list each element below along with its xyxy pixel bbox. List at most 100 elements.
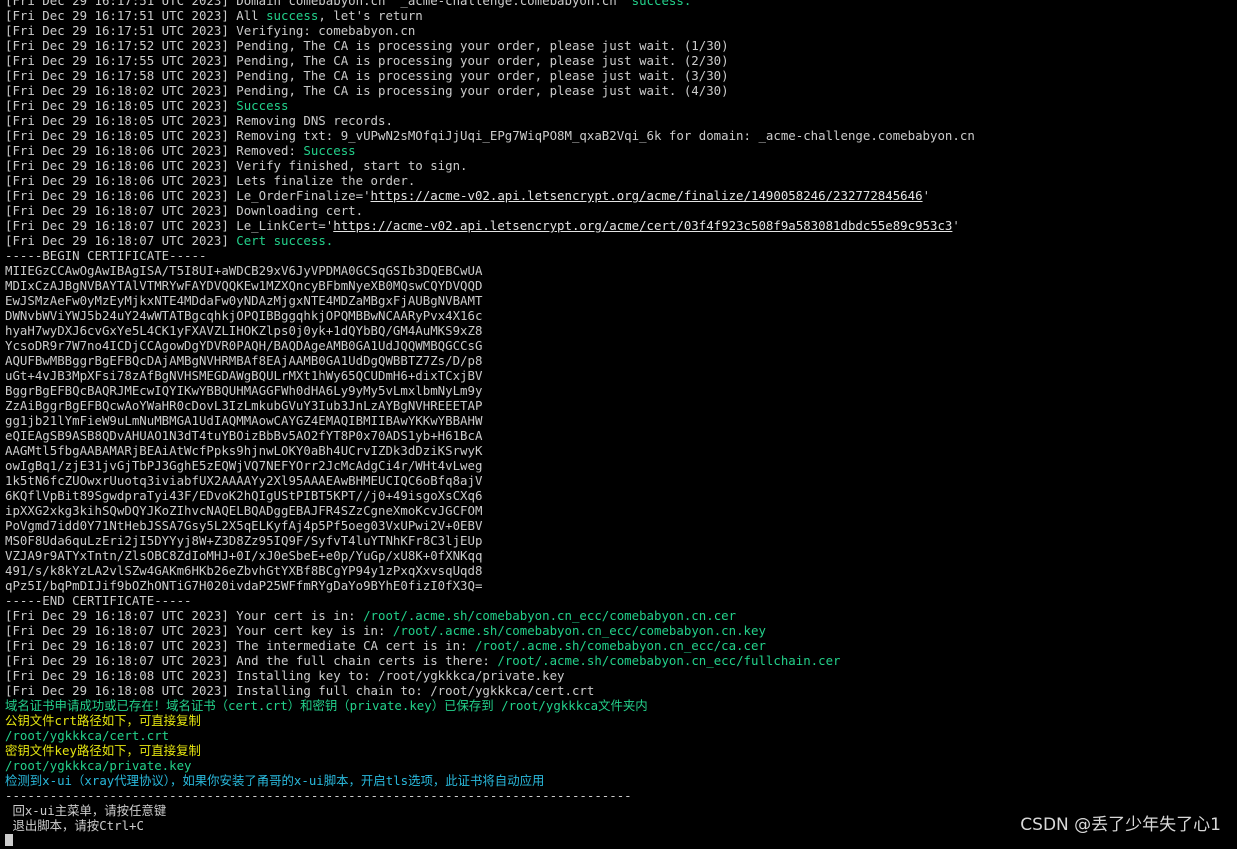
terminal-line: AAGMtl5fbgAABAMARjBEAiAtWcfPpks9hjnwLOKY… (5, 443, 1237, 458)
terminal-text: [Fri Dec 29 16:18:06 UTC 2023] Lets fina… (5, 173, 416, 188)
terminal-text: 公钥文件crt路径如下，可直接复制 (5, 713, 201, 728)
terminal-line: [Fri Dec 29 16:18:06 UTC 2023] Verify fi… (5, 158, 1237, 173)
terminal-line: [Fri Dec 29 16:18:07 UTC 2023] The inter… (5, 638, 1237, 653)
terminal-line: hyaH7wyDXJ6cvGxYe5L4CK1yFXAVZLIHOKZlps0j… (5, 323, 1237, 338)
terminal-line: [Fri Dec 29 16:18:07 UTC 2023] Le_LinkCe… (5, 218, 1237, 233)
terminal-line: MS0F8Uda6quLzEri2jI5DYYyj8W+Z3D8Zz95IQ9F… (5, 533, 1237, 548)
terminal-text: [Fri Dec 29 16:18:07 UTC 2023] Your cert… (5, 623, 393, 638)
terminal-text: qPz5I/bqPmDIJif9bOZhONTiG7H020ivdaP25WFf… (5, 578, 483, 593)
terminal-text: , let's return (318, 8, 423, 23)
terminal-line: [Fri Dec 29 16:18:07 UTC 2023] Your cert… (5, 623, 1237, 638)
terminal-line: PoVgmd7idd0Y71NtHebJSSA7Gsy5L2X5qELKyfAj… (5, 518, 1237, 533)
terminal-text: DWNvbWViYWJ5b24uY24wWTATBgcqhkjOPQIBBggq… (5, 308, 483, 323)
terminal-text: Success (303, 143, 356, 158)
terminal-text: [Fri Dec 29 16:18:07 UTC 2023] The inter… (5, 638, 475, 653)
terminal-line: [Fri Dec 29 16:18:08 UTC 2023] Installin… (5, 668, 1237, 683)
terminal-line: VZJA9r9ATYxTntn/ZlsOBC8ZdIoMHJ+0I/xJ0eSb… (5, 548, 1237, 563)
terminal-line: [Fri Dec 29 16:18:07 UTC 2023] Downloadi… (5, 203, 1237, 218)
terminal-line: [Fri Dec 29 16:18:08 UTC 2023] Installin… (5, 683, 1237, 698)
terminal-line: 491/s/k8kYzLA2vlSZw4GAKm6HKb26eZbvhGtYXB… (5, 563, 1237, 578)
terminal-text: [Fri Dec 29 16:17:58 UTC 2023] Pending, … (5, 68, 729, 83)
terminal-line: -----BEGIN CERTIFICATE----- (5, 248, 1237, 263)
terminal-line: ----------------------------------------… (5, 788, 1237, 803)
terminal-link[interactable]: https://acme-v02.api.letsencrypt.org/acm… (371, 188, 923, 203)
terminal-text: EwJSMzAeFw0yMzEyMjkxNTE4MDdaFw0yNDAzMjgx… (5, 293, 483, 308)
terminal-text: ' (922, 188, 931, 203)
terminal-text: 491/s/k8kYzLA2vlSZw4GAKm6HKb26eZbvhGtYXB… (5, 563, 483, 578)
terminal-line: ZzAiBggrBgEFBQcwAoYWaHR0cDovL3IzLmkubGVu… (5, 398, 1237, 413)
terminal-line: EwJSMzAeFw0yMzEyMjkxNTE4MDdaFw0yNDAzMjgx… (5, 293, 1237, 308)
terminal-text: [Fri Dec 29 16:18:08 UTC 2023] Installin… (5, 668, 565, 683)
terminal-line: [Fri Dec 29 16:18:05 UTC 2023] Removing … (5, 113, 1237, 128)
terminal-text: [Fri Dec 29 16:18:08 UTC 2023] Installin… (5, 683, 595, 698)
terminal-line: DWNvbWViYWJ5b24uY24wWTATBgcqhkjOPQIBBggq… (5, 308, 1237, 323)
terminal-text: AAGMtl5fbgAABAMARjBEAiAtWcfPpks9hjnwLOKY… (5, 443, 483, 458)
terminal-text: [Fri Dec 29 16:18:05 UTC 2023] Removing … (5, 128, 975, 143)
terminal-link[interactable]: https://acme-v02.api.letsencrypt.org/acm… (333, 218, 952, 233)
terminal-line: [Fri Dec 29 16:18:05 UTC 2023] Removing … (5, 128, 1237, 143)
terminal-line: /root/ygkkkca/cert.crt (5, 728, 1237, 743)
terminal-line: 公钥文件crt路径如下，可直接复制 (5, 713, 1237, 728)
terminal-text: PoVgmd7idd0Y71NtHebJSSA7Gsy5L2X5qELKyfAj… (5, 518, 483, 533)
terminal-text: 退出脚本，请按Ctrl+C (5, 818, 144, 833)
terminal-line: [Fri Dec 29 16:18:06 UTC 2023] Le_OrderF… (5, 188, 1237, 203)
terminal-line: owIgBq1/zjE31jvGjTbPJ3GghE5zEQWjVQ7NEFYO… (5, 458, 1237, 473)
terminal-text: /root/ygkkkca/cert.crt (5, 728, 170, 743)
terminal-text: gg1jb21lYmFieW9uLmNuMBMGA1UdIAQMMAowCAYG… (5, 413, 483, 428)
terminal-line: [Fri Dec 29 16:18:07 UTC 2023] Cert succ… (5, 233, 1237, 248)
terminal-text: BggrBgEFBQcBAQRJMEcwIQYIKwYBBQUHMAGGFWh0… (5, 383, 483, 398)
terminal-text: ----------------------------------------… (5, 788, 632, 803)
terminal-line: 6KQflVpBit89SgwdpraTyi43F/EDvoK2hQIgUStP… (5, 488, 1237, 503)
terminal-output[interactable]: [Fri Dec 29 16:17:51 UTC 2023] Domain co… (5, 0, 1237, 843)
terminal-text: VZJA9r9ATYxTntn/ZlsOBC8ZdIoMHJ+0I/xJ0eSb… (5, 548, 483, 563)
terminal-text: [Fri Dec 29 16:18:06 UTC 2023] Verify fi… (5, 158, 468, 173)
terminal-text: [Fri Dec 29 16:17:51 UTC 2023] Verifying… (5, 23, 416, 38)
terminal-text: /root/.acme.sh/comebabyon.cn_ecc/comebab… (392, 623, 766, 638)
terminal-text: /root/.acme.sh/comebabyon.cn_ecc/ca.cer (474, 638, 766, 653)
terminal-line: AQUFBwMBBggrBgEFBQcDAjAMBgNVHRMBAf8EAjAA… (5, 353, 1237, 368)
terminal-text: [Fri Dec 29 16:18:07 UTC 2023] (5, 233, 237, 248)
terminal-text: [Fri Dec 29 16:18:07 UTC 2023] Your cert… (5, 608, 364, 623)
terminal-text: 检测到x-ui（xray代理协议），如果你安装了甬哥的x-ui脚本，开启tls选… (5, 773, 545, 788)
terminal-text: YcsoDR9r7W7no4ICDjCCAgowDgYDVR0PAQH/BAQD… (5, 338, 483, 353)
terminal-text: owIgBq1/zjE31jvGjTbPJ3GghE5zEQWjVQ7NEFYO… (5, 458, 483, 473)
terminal-line: [Fri Dec 29 16:17:58 UTC 2023] Pending, … (5, 68, 1237, 83)
terminal-text: ipXXG2xkg3kihSQwDQYJKoZIhvcNAQELBQADggEB… (5, 503, 483, 518)
terminal-line: [Fri Dec 29 16:17:52 UTC 2023] Pending, … (5, 38, 1237, 53)
terminal-line: [Fri Dec 29 16:18:06 UTC 2023] Removed: … (5, 143, 1237, 158)
terminal-line: 密钥文件key路径如下，可直接复制 (5, 743, 1237, 758)
terminal-line: [Fri Dec 29 16:17:51 UTC 2023] All succe… (5, 8, 1237, 23)
terminal-text: ZzAiBggrBgEFBQcwAoYWaHR0cDovL3IzLmkubGVu… (5, 398, 483, 413)
terminal-line: [Fri Dec 29 16:18:07 UTC 2023] Your cert… (5, 608, 1237, 623)
terminal-line: [Fri Dec 29 16:17:51 UTC 2023] Domain co… (5, 0, 1237, 8)
terminal-text: [Fri Dec 29 16:18:07 UTC 2023] Downloadi… (5, 203, 364, 218)
terminal-text: [Fri Dec 29 16:17:51 UTC 2023] All (5, 8, 267, 23)
terminal-text: /root/.acme.sh/comebabyon.cn_ecc/fullcha… (497, 653, 841, 668)
terminal-text: 域名证书申请成功或已存在！域名证书（cert.crt）和密钥（private.k… (5, 698, 648, 713)
terminal-text: ' (952, 218, 960, 233)
terminal-text: 1k5tN6fcZUOwxrUuotq3iviabfUX2AAAAYy2Xl95… (5, 473, 483, 488)
terminal-text: [Fri Dec 29 16:18:05 UTC 2023] Removing … (5, 113, 393, 128)
terminal-line: [Fri Dec 29 16:17:55 UTC 2023] Pending, … (5, 53, 1237, 68)
terminal-line: MDIxCzAJBgNVBAYTAlVTMRYwFAYDVQQKEw1MZXQn… (5, 278, 1237, 293)
terminal-line: [Fri Dec 29 16:18:02 UTC 2023] Pending, … (5, 83, 1237, 98)
terminal-line: [Fri Dec 29 16:18:07 UTC 2023] And the f… (5, 653, 1237, 668)
terminal-text: 回x-ui主菜单，请按任意键 (5, 803, 167, 818)
terminal-line: YcsoDR9r7W7no4ICDjCCAgowDgYDVR0PAQH/BAQD… (5, 338, 1237, 353)
terminal-text: hyaH7wyDXJ6cvGxYe5L4CK1yFXAVZLIHOKZlps0j… (5, 323, 483, 338)
terminal-text: /root/.acme.sh/comebabyon.cn_ecc/comebab… (363, 608, 737, 623)
terminal-line: qPz5I/bqPmDIJif9bOZhONTiG7H020ivdaP25WFf… (5, 578, 1237, 593)
terminal-line: MIIEGzCCAwOgAwIBAgISA/T5I8UI+aWDCB29xV6J… (5, 263, 1237, 278)
terminal-text: [Fri Dec 29 16:18:02 UTC 2023] Pending, … (5, 83, 729, 98)
terminal-line: -----END CERTIFICATE----- (5, 593, 1237, 608)
terminal-line: [Fri Dec 29 16:17:51 UTC 2023] Verifying… (5, 23, 1237, 38)
terminal-text: [Fri Dec 29 16:18:06 UTC 2023] Le_OrderF… (5, 188, 371, 203)
terminal-line: BggrBgEFBQcBAQRJMEcwIQYIKwYBBQUHMAGGFWh0… (5, 383, 1237, 398)
terminal-line: 1k5tN6fcZUOwxrUuotq3iviabfUX2AAAAYy2Xl95… (5, 473, 1237, 488)
terminal-line: gg1jb21lYmFieW9uLmNuMBMGA1UdIAQMMAowCAYG… (5, 413, 1237, 428)
terminal-text: /root/ygkkkca/private.key (5, 758, 192, 773)
terminal-text: -----BEGIN CERTIFICATE----- (5, 248, 207, 263)
terminal-text: MIIEGzCCAwOgAwIBAgISA/T5I8UI+aWDCB29xV6J… (5, 263, 483, 278)
csdn-watermark: CSDN @丢了少年失了心1 (1020, 815, 1221, 835)
terminal-text: success (266, 8, 319, 23)
